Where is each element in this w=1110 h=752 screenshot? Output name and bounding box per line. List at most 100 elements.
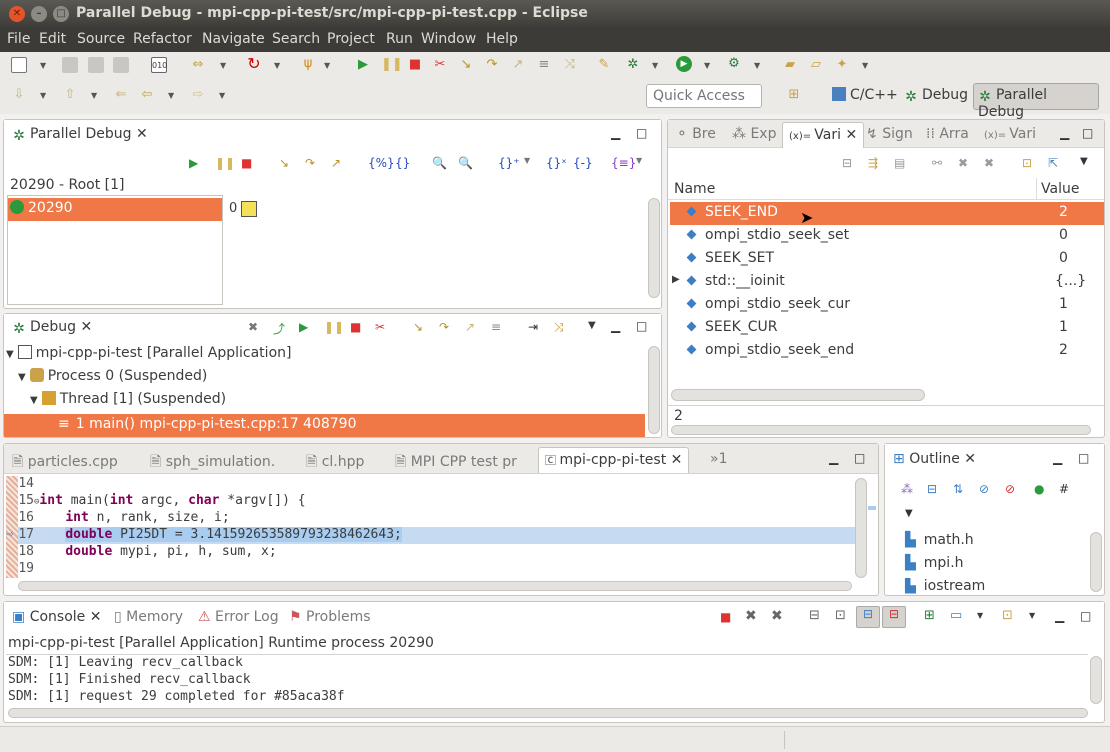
step-over-icon[interactable]: ↷	[305, 156, 315, 170]
hide-macros-icon[interactable]: #	[1059, 482, 1069, 496]
external-tools-icon[interactable]: ⚙	[726, 56, 742, 72]
instruction-step-icon[interactable]: ⇥	[528, 320, 538, 334]
tab-sph-simulation[interactable]: 🗎 sph_simulation.	[144, 447, 281, 473]
maximize-icon[interactable]: □	[854, 451, 865, 465]
chevron-down-icon[interactable]: ▼	[219, 91, 225, 100]
tab-console[interactable]: ▣ Console ✕	[6, 605, 107, 631]
chevron-down-icon[interactable]: ▼	[40, 61, 46, 70]
menu-window[interactable]: Window	[421, 31, 476, 47]
select-icon[interactable]: ⇶	[868, 156, 878, 170]
tab-expressions[interactable]: ⁂ Exp	[726, 122, 782, 148]
task-icon[interactable]	[241, 201, 257, 217]
detail-pane[interactable]: 2	[668, 405, 1104, 425]
display-console-icon[interactable]: ▭	[950, 608, 962, 623]
tab-mpi-cpp-pi-test[interactable]: 🄲 mpi-cpp-pi-test ✕	[538, 447, 690, 473]
terminate-icon[interactable]: ■	[720, 610, 731, 624]
scrollbar[interactable]	[855, 478, 867, 578]
back-icon[interactable]: ⇦	[139, 87, 155, 103]
remove-icon[interactable]: ✖	[958, 156, 968, 170]
maximize-icon[interactable]: □	[1078, 451, 1089, 465]
step-into-icon[interactable]: ↘	[458, 57, 474, 73]
chevron-down-icon[interactable]: ▼	[1029, 611, 1035, 620]
step-return-icon[interactable]: ↗	[331, 156, 341, 170]
drop-frame-icon[interactable]: ≡	[536, 57, 552, 73]
new-icon[interactable]	[11, 57, 27, 73]
scrollbar[interactable]	[648, 198, 660, 298]
tree-item-thread[interactable]: ▼ Thread [1] (Suspended)	[4, 391, 661, 414]
view-menu-icon[interactable]: ▼	[1080, 156, 1088, 167]
tab-arrays[interactable]: ⁞⁞ Arra	[920, 122, 975, 148]
expand-icon[interactable]: ▼	[18, 372, 26, 383]
chevron-down-icon[interactable]: ▼	[977, 611, 983, 620]
tree-item-frame[interactable]: ≡ 1 main() mpi-cpp-pi-test.cpp:17 408790	[4, 414, 645, 437]
chevron-down-icon[interactable]: ▼	[754, 61, 760, 70]
step-over-icon[interactable]: ↷	[439, 320, 449, 334]
maximize-icon[interactable]: □	[1080, 609, 1091, 623]
disconnect-icon[interactable]: ✂	[375, 320, 385, 334]
outline-item[interactable]: ▙ mpi.h	[885, 555, 1104, 578]
clear-console-icon[interactable]: ⊟	[809, 608, 820, 623]
print-icon[interactable]	[113, 57, 129, 73]
link-icon[interactable]: ⚯	[932, 156, 942, 170]
zoom-in-icon[interactable]: 🔍	[458, 156, 473, 170]
tab-memory[interactable]: ▯ Memory	[108, 605, 189, 631]
export-icon[interactable]: ⇱	[1048, 156, 1058, 170]
remove-all-icon[interactable]: ✖	[984, 156, 994, 170]
chevron-down-icon[interactable]: ▼	[324, 61, 330, 70]
expand-icon[interactable]: ▶	[672, 274, 680, 285]
suspend-icon[interactable]: ❚❚	[215, 156, 235, 170]
filter-icon[interactable]: ⤨	[562, 57, 578, 73]
expand-icon[interactable]: ▼	[30, 395, 38, 406]
terminate-icon[interactable]: ■	[241, 156, 252, 170]
tab-parallel-debug[interactable]: ✲ Parallel Debug ✕	[6, 122, 154, 148]
folder-icon[interactable]: ▱	[808, 57, 824, 73]
chevron-down-icon[interactable]: ▼	[862, 61, 868, 70]
variable-row[interactable]: ompi_stdio_seek_end 2	[670, 340, 1104, 363]
chevron-down-icon[interactable]: ▼	[636, 156, 642, 165]
variable-row[interactable]: SEEK_CUR 1	[670, 317, 1104, 340]
set-icon[interactable]: {%}	[368, 156, 395, 170]
tab-cl-hpp[interactable]: 🗎 cl.hpp	[300, 447, 370, 473]
maximize-window-button[interactable]: □	[53, 6, 69, 22]
close-icon[interactable]: ✕	[136, 126, 148, 142]
terminate-icon[interactable]: ■	[350, 320, 361, 334]
close-icon[interactable]: ✕	[964, 451, 976, 467]
show-on-error-icon[interactable]: ⊟	[882, 606, 906, 628]
outline-item[interactable]: ▙ math.h	[885, 532, 1104, 555]
minimize-icon[interactable]: ▁	[611, 319, 620, 333]
remove-from-set-icon[interactable]: {-}	[573, 156, 593, 170]
column-name[interactable]: Name	[674, 181, 715, 197]
group-icon[interactable]: ⁂	[901, 482, 913, 496]
overview-marker[interactable]	[868, 506, 876, 510]
remove-terminated-icon[interactable]: ✖	[248, 320, 258, 334]
close-window-button[interactable]: ✕	[9, 6, 25, 22]
tab-variables-2[interactable]: (x)= Vari	[978, 122, 1042, 148]
menu-navigate[interactable]: Navigate	[202, 31, 265, 47]
variable-row[interactable]: SEEK_END 2	[670, 202, 1104, 225]
scrollbar[interactable]	[8, 708, 1088, 718]
close-icon[interactable]: ✕	[845, 127, 857, 143]
sync-icon[interactable]: ⇔	[190, 57, 206, 73]
scrollbar[interactable]	[671, 389, 925, 401]
step-into-icon[interactable]: ↘	[413, 320, 423, 334]
chevron-down-icon[interactable]: ▼	[91, 91, 97, 100]
remove-all-icon[interactable]: ✖	[771, 608, 783, 624]
build-icon[interactable]: ψ	[300, 56, 316, 72]
maximize-icon[interactable]: □	[636, 126, 647, 140]
menu-edit[interactable]: Edit	[39, 31, 66, 47]
view-menu-icon[interactable]: ▼	[588, 320, 596, 331]
resume-icon[interactable]: ▶	[189, 156, 198, 170]
maximize-icon[interactable]: □	[1082, 126, 1093, 140]
console-output[interactable]: SDM: [1] Leaving recv_callback SDM: [1] …	[6, 654, 1088, 706]
tab-particles[interactable]: 🗎 particles.cpp	[6, 447, 124, 473]
step-return-icon[interactable]: ↗	[510, 57, 526, 73]
sort-icon[interactable]: ⇅	[953, 482, 963, 496]
refresh-icon[interactable]: ↻	[246, 56, 262, 72]
step-over-icon[interactable]: ↷	[484, 57, 500, 73]
scroll-lock-icon[interactable]: ⊡	[835, 608, 846, 623]
step-into-icon[interactable]: ↘	[279, 156, 289, 170]
minimize-icon[interactable]: ▁	[611, 126, 620, 140]
suspend-icon[interactable]: ❚❚	[324, 320, 344, 334]
scrollbar[interactable]	[648, 346, 660, 434]
column-value[interactable]: Value	[1041, 181, 1079, 197]
